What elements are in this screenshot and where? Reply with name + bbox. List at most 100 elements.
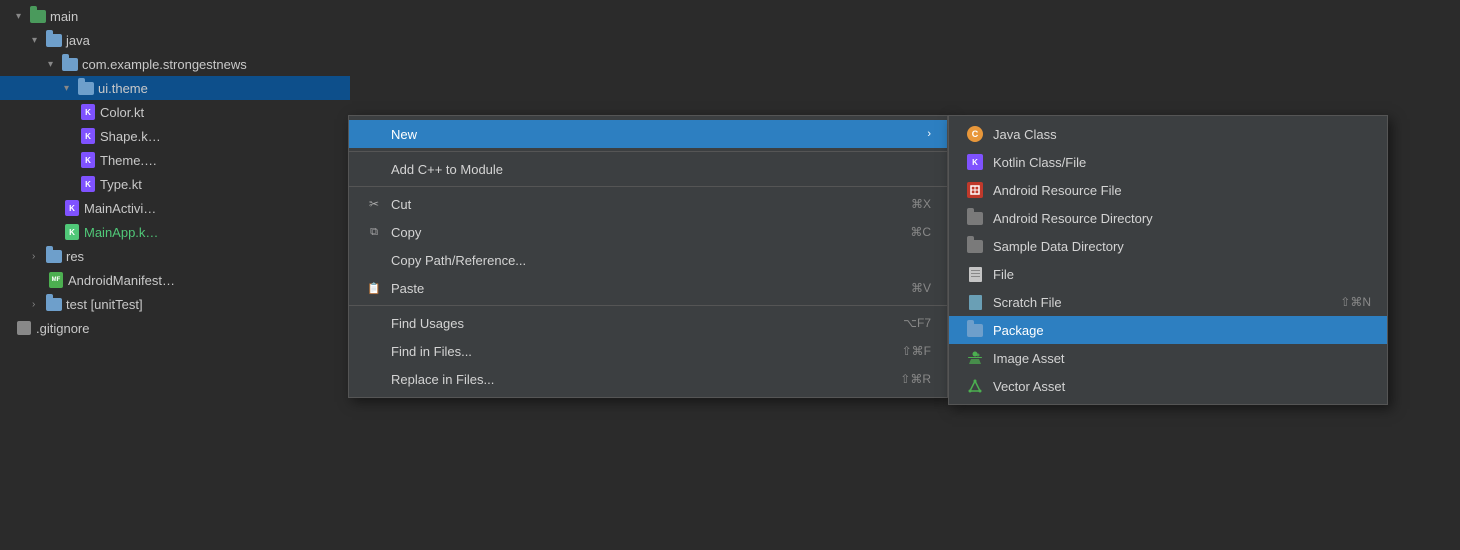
tree-item-type[interactable]: K Type.kt — [0, 172, 350, 196]
menu-item-add-cpp[interactable]: Add C++ to Module — [349, 155, 947, 183]
tree-item-java[interactable]: ▾ java — [0, 28, 350, 52]
submenu-item-scratch-file[interactable]: Scratch File ⇧⌘N — [949, 288, 1387, 316]
submenu-label-package: Package — [993, 323, 1371, 338]
tree-label-res: res — [66, 249, 84, 264]
tree-item-ui-theme[interactable]: ▾ ui.theme — [0, 76, 350, 100]
tree-label-test: test [unitTest] — [66, 297, 143, 312]
vector-asset-icon — [965, 376, 985, 396]
res-folder-icon — [46, 248, 62, 264]
arrow-test: › — [32, 299, 46, 310]
tree-label-mainapp: MainApp.k… — [84, 225, 158, 240]
cut-shortcut: ⌘X — [911, 197, 931, 211]
menu-label-paste: Paste — [391, 281, 891, 296]
package-icon — [965, 320, 985, 340]
manifest-icon: MF — [48, 272, 64, 288]
copy-path-icon — [365, 251, 383, 269]
android-res-dir-icon — [965, 208, 985, 228]
tree-item-com-example[interactable]: ▾ com.example.strongestnews — [0, 52, 350, 76]
tree-item-color[interactable]: K Color.kt — [0, 100, 350, 124]
submenu-item-android-res-file[interactable]: Android Resource File — [949, 176, 1387, 204]
menu-item-copy[interactable]: ⧉ Copy ⌘C — [349, 218, 947, 246]
tree-item-mainapp[interactable]: K MainApp.k… — [0, 220, 350, 244]
ui-theme-folder-icon — [78, 80, 94, 96]
submenu-label-android-res-file: Android Resource File — [993, 183, 1371, 198]
scratch-file-shortcut: ⇧⌘N — [1340, 295, 1371, 309]
shape-file-icon: K — [80, 128, 96, 144]
submenu-item-kotlin-class[interactable]: K Kotlin Class/File — [949, 148, 1387, 176]
arrow-main: ▾ — [16, 11, 30, 22]
menu-label-cut: Cut — [391, 197, 891, 212]
submenu-label-image-asset: Image Asset — [993, 351, 1371, 366]
tree-item-manifest[interactable]: MF AndroidManifest… — [0, 268, 350, 292]
submenu-item-package[interactable]: Package — [949, 316, 1387, 344]
tree-label-main: main — [50, 9, 78, 24]
new-icon — [365, 125, 383, 143]
tree-item-res[interactable]: › res — [0, 244, 350, 268]
image-asset-icon — [965, 348, 985, 368]
submenu-label-scratch-file: Scratch File — [993, 295, 1320, 310]
tree-label-shape: Shape.k… — [100, 129, 161, 144]
menu-item-find-files[interactable]: Find in Files... ⇧⌘F — [349, 337, 947, 365]
tree-label-type: Type.kt — [100, 177, 142, 192]
new-arrow-icon: › — [927, 128, 931, 140]
submenu-item-file[interactable]: File — [949, 260, 1387, 288]
tree-item-mainactivity[interactable]: K MainActivi… — [0, 196, 350, 220]
find-files-shortcut: ⇧⌘F — [902, 344, 931, 358]
java-folder-icon — [46, 32, 62, 48]
menu-label-find-files: Find in Files... — [391, 344, 882, 359]
tree-label-mainactivity: MainActivi… — [84, 201, 156, 216]
replace-files-icon — [365, 370, 383, 388]
menu-item-find-usages[interactable]: Find Usages ⌥F7 — [349, 309, 947, 337]
submenu-label-sample-data-dir: Sample Data Directory — [993, 239, 1371, 254]
submenu-item-java-class[interactable]: C Java Class — [949, 120, 1387, 148]
mainapp-icon: K — [64, 224, 80, 240]
scratch-file-icon — [965, 292, 985, 312]
file-tree: ▾ main ▾ java ▾ com.example.strongestnew… — [0, 0, 350, 550]
submenu: C Java Class K Kotlin Class/File Android… — [948, 115, 1388, 405]
paste-shortcut: ⌘V — [911, 281, 931, 295]
submenu-label-kotlin-class: Kotlin Class/File — [993, 155, 1371, 170]
tree-item-gitignore[interactable]: .gitignore — [0, 316, 350, 340]
tree-item-main[interactable]: ▾ main — [0, 4, 350, 28]
menu-label-new: New — [391, 127, 919, 142]
copy-shortcut: ⌘C — [910, 225, 931, 239]
arrow-com-example: ▾ — [48, 59, 62, 70]
arrow-ui-theme: ▾ — [64, 83, 78, 94]
submenu-item-image-asset[interactable]: Image Asset — [949, 344, 1387, 372]
submenu-item-vector-asset[interactable]: Vector Asset — [949, 372, 1387, 400]
color-file-icon: K — [80, 104, 96, 120]
tree-label-color: Color.kt — [100, 105, 144, 120]
menu-item-new[interactable]: New › — [349, 120, 947, 148]
tree-label-com-example: com.example.strongestnews — [82, 57, 247, 72]
java-class-icon: C — [965, 124, 985, 144]
menu-item-copy-path[interactable]: Copy Path/Reference... — [349, 246, 947, 274]
menu-item-paste[interactable]: 📋 Paste ⌘V — [349, 274, 947, 302]
tree-item-shape[interactable]: K Shape.k… — [0, 124, 350, 148]
find-files-icon — [365, 342, 383, 360]
tree-label-java: java — [66, 33, 90, 48]
file-plain-icon — [965, 264, 985, 284]
arrow-java: ▾ — [32, 35, 46, 46]
android-res-file-icon — [965, 180, 985, 200]
menu-label-find-usages: Find Usages — [391, 316, 883, 331]
kotlin-class-icon: K — [965, 152, 985, 172]
tree-item-test[interactable]: › test [unitTest] — [0, 292, 350, 316]
menu-item-cut[interactable]: ✂ Cut ⌘X — [349, 190, 947, 218]
tree-label-theme: Theme.… — [100, 153, 157, 168]
tree-item-theme[interactable]: K Theme.… — [0, 148, 350, 172]
context-menu: New › Add C++ to Module ✂ Cut ⌘X ⧉ Copy … — [348, 115, 948, 398]
submenu-label-vector-asset: Vector Asset — [993, 379, 1371, 394]
paste-icon: 📋 — [365, 279, 383, 297]
find-usages-icon — [365, 314, 383, 332]
submenu-label-java-class: Java Class — [993, 127, 1371, 142]
type-file-icon: K — [80, 176, 96, 192]
submenu-item-sample-data-dir[interactable]: Sample Data Directory — [949, 232, 1387, 260]
mainactivity-icon: K — [64, 200, 80, 216]
test-folder-icon — [46, 296, 62, 312]
tree-label-ui-theme: ui.theme — [98, 81, 148, 96]
menu-label-copy-path: Copy Path/Reference... — [391, 253, 931, 268]
menu-item-replace-files[interactable]: Replace in Files... ⇧⌘R — [349, 365, 947, 393]
menu-label-replace-files: Replace in Files... — [391, 372, 880, 387]
gitignore-icon — [16, 320, 32, 336]
submenu-item-android-res-dir[interactable]: Android Resource Directory — [949, 204, 1387, 232]
